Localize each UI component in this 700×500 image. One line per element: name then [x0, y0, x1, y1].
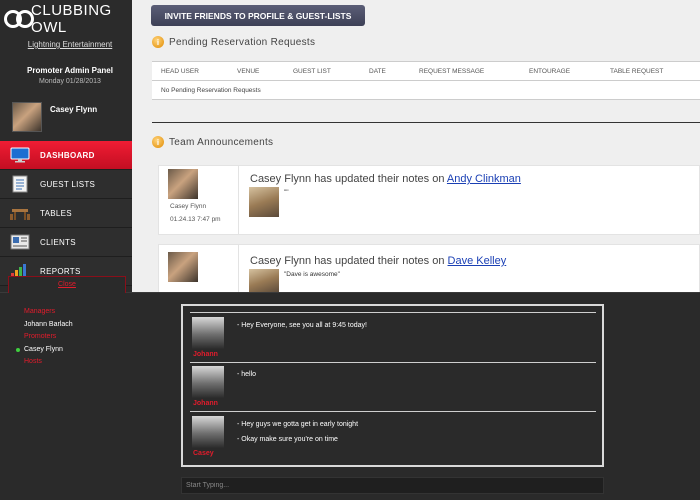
- message-text: - Hey Everyone, see you all at 9:45 toda…: [237, 322, 367, 329]
- column-header: ENTOURAGE: [529, 68, 571, 75]
- team-announcements-header: i Team Announcements: [152, 136, 273, 148]
- column-header: REQUEST MESSAGE: [419, 68, 485, 75]
- message-sender: Johann: [193, 400, 218, 407]
- clients-icon: [10, 233, 30, 251]
- section-title: Pending Reservation Requests: [169, 36, 316, 48]
- logo[interactable]: CLUBBING OWL: [4, 2, 132, 36]
- sidebar-item-label: TABLES: [40, 208, 72, 218]
- announcement-text: Casey Flynn has updated their notes on D…: [250, 255, 506, 267]
- announcement-meta: Casey Flynn 01.24.13 7:47 pm: [159, 166, 239, 234]
- divider: [190, 312, 596, 313]
- message-text: - Hey guys we gotta get in early tonight: [237, 421, 359, 428]
- sidebar: CLUBBING OWL Lightning Entertainment Pro…: [0, 0, 132, 292]
- message-text: - Okay make sure you're on time: [237, 436, 338, 443]
- announcement-author: Casey Flynn: [170, 203, 207, 210]
- panel-title: Promoter Admin Panel: [27, 66, 113, 75]
- sidebar-item-label: GUEST LISTS: [40, 179, 96, 189]
- sidebar-item-label: REPORTS: [40, 266, 81, 276]
- announcement-meta: [159, 245, 239, 293]
- column-header: DATE: [369, 68, 386, 75]
- sidebar-nav: DASHBOARD GUEST LISTS TABLES CLIENTS REP…: [0, 141, 132, 286]
- sidebar-item-label: DASHBOARD: [40, 150, 95, 160]
- divider: [152, 122, 700, 123]
- avatar[interactable]: [192, 317, 224, 349]
- chat-messages[interactable]: Johann - Hey Everyone, see you all at 9:…: [181, 304, 604, 467]
- chat-input[interactable]: [182, 478, 603, 493]
- avatar[interactable]: [12, 102, 42, 132]
- client-link[interactable]: Andy Clinkman: [447, 173, 521, 185]
- announcement-note: "": [284, 189, 289, 196]
- section-title: Team Announcements: [169, 136, 274, 148]
- message-sender: Johann: [193, 351, 218, 358]
- list-icon: [10, 175, 30, 193]
- reservation-table: HEAD USER VENUE GUEST LIST DATE REQUEST …: [152, 61, 700, 100]
- roster-group-promoters: Promoters: [24, 333, 57, 340]
- client-link[interactable]: Dave Kelley: [448, 255, 507, 267]
- sidebar-item-clients[interactable]: CLIENTS: [0, 228, 132, 257]
- main-content: INVITE FRIENDS TO PROFILE & GUEST-LISTS …: [132, 0, 700, 293]
- chat-roster: Managers Johann Barlach Promoters Casey …: [16, 306, 73, 369]
- info-icon: i: [152, 136, 164, 148]
- monitor-icon: [10, 146, 30, 164]
- client-thumbnail[interactable]: [249, 187, 279, 217]
- organization-link[interactable]: Lightning Entertainment: [0, 40, 140, 49]
- column-header: VENUE: [237, 68, 260, 75]
- announcement-message: Casey Flynn has updated their notes on: [250, 255, 445, 267]
- current-date: Monday 01/28/2013: [39, 78, 101, 85]
- roster-group-hosts: Hosts: [24, 358, 42, 365]
- message-sender: Casey: [193, 450, 214, 457]
- chat-close-tab[interactable]: Close: [8, 276, 126, 293]
- info-icon: i: [152, 36, 164, 48]
- announcement-timestamp: 01.24.13 7:47 pm: [170, 216, 221, 223]
- avatar[interactable]: [192, 416, 224, 448]
- roster-member[interactable]: Johann Barlach: [16, 319, 73, 332]
- announcement-item: Casey Flynn has updated their notes on D…: [158, 244, 700, 293]
- announcement-text: Casey Flynn has updated their notes on A…: [250, 173, 521, 185]
- message-text: - hello: [237, 371, 257, 378]
- announcement-item: Casey Flynn 01.24.13 7:47 pm Casey Flynn…: [158, 165, 700, 235]
- close-chat-link[interactable]: Close: [58, 281, 76, 288]
- sidebar-item-guest-lists[interactable]: GUEST LISTS: [0, 170, 132, 199]
- sidebar-item-label: CLIENTS: [40, 237, 76, 247]
- invite-friends-button[interactable]: INVITE FRIENDS TO PROFILE & GUEST-LISTS: [151, 5, 365, 26]
- user-profile[interactable]: Casey Flynn: [12, 102, 97, 132]
- author-avatar[interactable]: [168, 169, 198, 199]
- divider: [190, 411, 596, 412]
- roster-member[interactable]: Casey Flynn: [16, 344, 73, 357]
- divider: [190, 362, 596, 363]
- avatar[interactable]: [192, 366, 224, 398]
- column-header: HEAD USER: [161, 68, 199, 75]
- pending-requests-header: i Pending Reservation Requests: [152, 36, 315, 48]
- client-thumbnail[interactable]: [249, 269, 279, 293]
- brand-name: CLUBBING OWL: [31, 2, 112, 36]
- column-header: TABLE REQUEST: [610, 68, 664, 75]
- column-header: GUEST LIST: [293, 68, 331, 75]
- table-icon: [10, 204, 30, 222]
- sidebar-item-tables[interactable]: TABLES: [0, 199, 132, 228]
- table-header: HEAD USER VENUE GUEST LIST DATE REQUEST …: [152, 62, 700, 81]
- roster-group-managers: Managers: [24, 308, 56, 315]
- announcement-note: "Dave is awesome": [284, 271, 340, 278]
- owl-logo-icon: [4, 10, 34, 28]
- sidebar-item-dashboard[interactable]: DASHBOARD: [0, 141, 132, 170]
- announcement-message: Casey Flynn has updated their notes on: [250, 173, 445, 185]
- user-name: Casey Flynn: [50, 105, 98, 114]
- empty-table-message: No Pending Reservation Requests: [152, 81, 700, 100]
- chat-input-box[interactable]: [181, 477, 604, 494]
- author-avatar[interactable]: [168, 252, 198, 282]
